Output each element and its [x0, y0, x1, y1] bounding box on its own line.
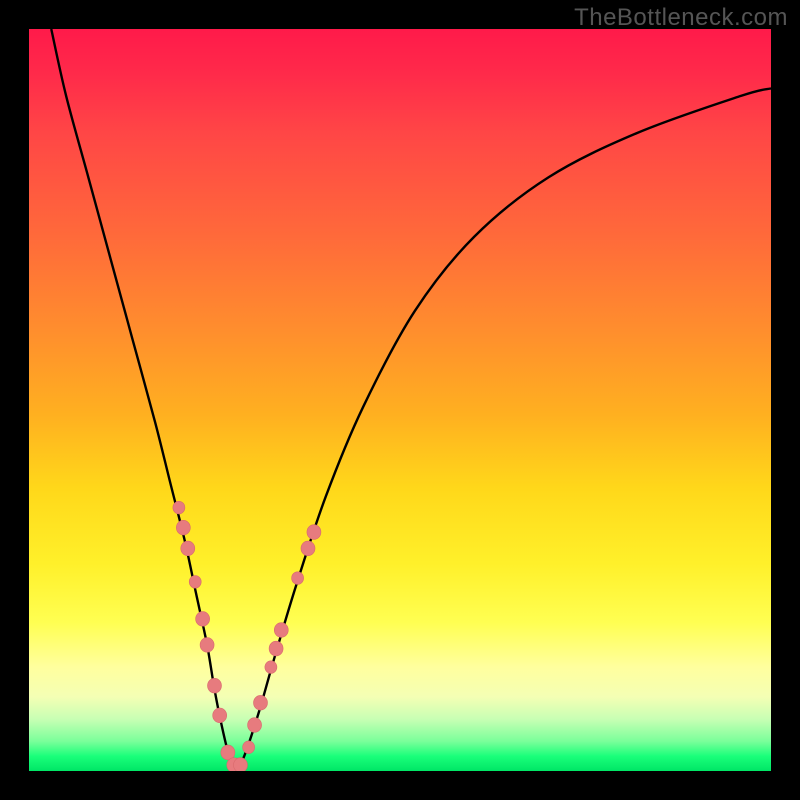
curve-marker	[196, 612, 210, 627]
curve-marker	[274, 623, 288, 638]
curve-marker	[301, 541, 315, 556]
chart-frame: TheBottleneck.com	[0, 0, 800, 800]
curve-marker	[292, 572, 304, 585]
curve-marker	[233, 758, 247, 771]
bottleneck-curve-svg	[29, 29, 771, 771]
curve-marker	[189, 575, 201, 588]
curve-marker	[181, 541, 195, 556]
plot-area	[29, 29, 771, 771]
curve-marker	[254, 695, 268, 710]
curve-marker	[269, 641, 283, 656]
watermark-text: TheBottleneck.com	[574, 4, 788, 32]
curve-marker	[213, 708, 227, 723]
curve-marker	[248, 718, 262, 733]
curve-marker	[173, 501, 185, 514]
curve-marker	[176, 520, 190, 535]
curve-markers	[173, 501, 321, 771]
curve-marker	[265, 661, 277, 674]
curve-marker	[307, 525, 321, 540]
curve-marker	[200, 638, 214, 653]
curve-marker	[243, 741, 255, 754]
bottleneck-curve-path	[51, 29, 771, 767]
curve-marker	[208, 678, 222, 693]
